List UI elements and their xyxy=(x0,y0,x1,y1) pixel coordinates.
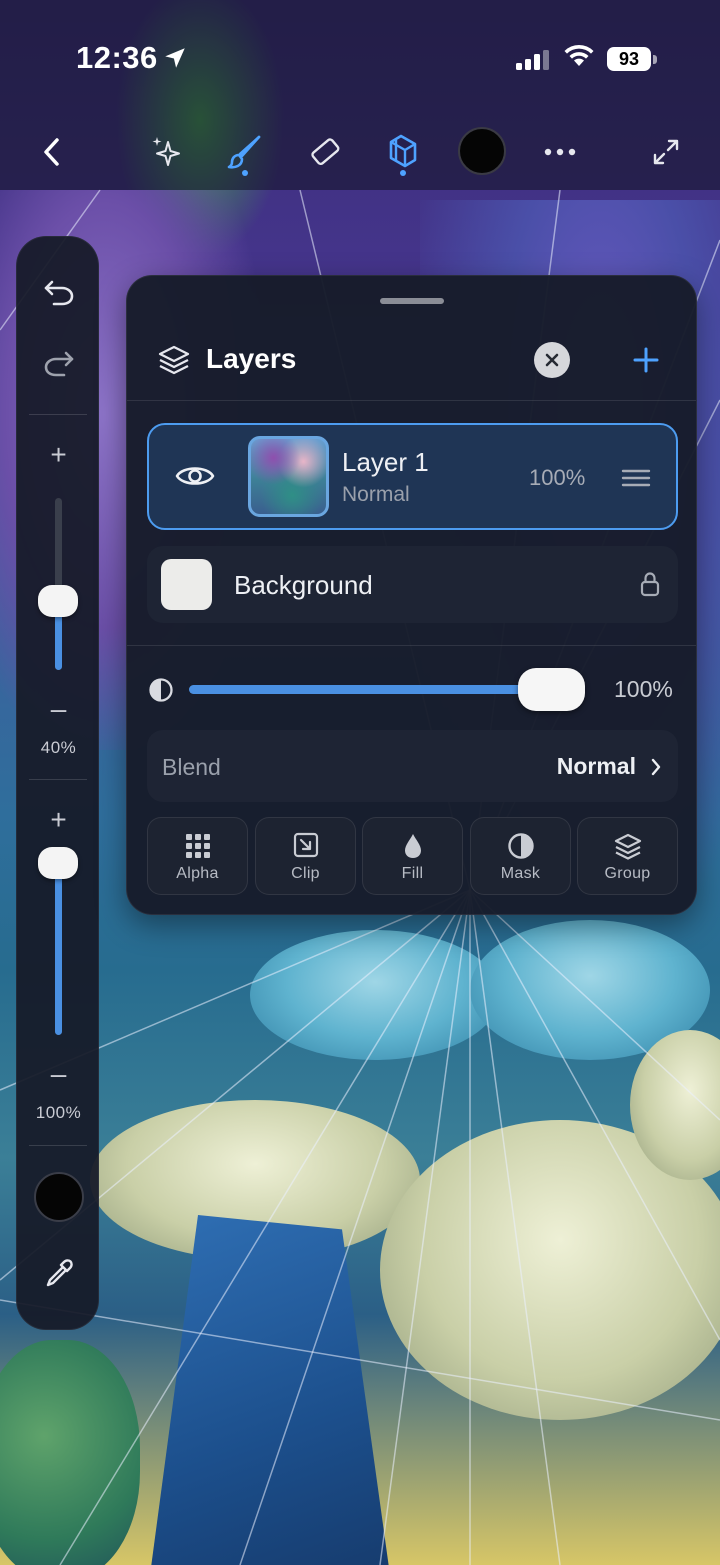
rail-divider xyxy=(29,1145,87,1146)
layer-name: Layer 1 xyxy=(342,447,429,477)
brush-size-value: 40% xyxy=(40,738,77,757)
layers-selected-dot xyxy=(400,170,406,176)
chevron-right-icon xyxy=(651,758,661,776)
brush-icon xyxy=(227,135,261,169)
drop-icon xyxy=(404,834,421,858)
layer-opacity: 100% xyxy=(529,465,586,490)
layers-stack-icon xyxy=(158,345,190,375)
redo-button[interactable] xyxy=(39,344,79,384)
clip-arrow-icon xyxy=(293,832,318,858)
half-circle-icon xyxy=(507,833,534,859)
eyedropper-button[interactable] xyxy=(39,1253,79,1293)
layers-icon xyxy=(389,134,417,168)
brush-opacity-thumb[interactable] xyxy=(38,847,78,879)
eyedropper-icon xyxy=(46,1259,73,1287)
redo-icon xyxy=(44,351,74,377)
eye-icon[interactable] xyxy=(175,463,215,489)
rail-divider xyxy=(29,414,87,415)
stack-icon xyxy=(614,833,641,860)
fullscreen-button[interactable] xyxy=(638,124,694,180)
opacity-decrease-button[interactable]: – xyxy=(17,1058,100,1090)
panel-divider xyxy=(127,400,696,401)
color-picker-button[interactable] xyxy=(458,127,506,175)
grid-dots-icon xyxy=(185,834,210,858)
panel-grabber[interactable] xyxy=(380,298,444,304)
panel-title: Layers xyxy=(206,343,297,374)
action-label: Alpha xyxy=(176,865,219,882)
eraser-icon xyxy=(311,138,340,166)
cellular-signal-icon xyxy=(516,50,549,70)
undo-button[interactable] xyxy=(39,273,79,313)
layer-opacity-value: 100% xyxy=(614,676,673,702)
blend-mode-selector[interactable]: Blend Normal xyxy=(147,730,678,802)
action-label: Clip xyxy=(291,865,320,882)
battery-indicator: 93 xyxy=(607,47,651,71)
tool-rail: + – 40% + – 100% xyxy=(16,236,99,1330)
more-button[interactable] xyxy=(532,124,588,180)
status-bar: 12:36 93 xyxy=(0,0,720,110)
brush-opacity-fill xyxy=(55,863,62,1035)
layer-row-layer-1[interactable]: Layer 1 Normal 100% xyxy=(147,423,678,530)
sparkles-icon xyxy=(152,137,180,166)
expand-icon xyxy=(653,139,679,165)
opacity-increase-button[interactable]: + xyxy=(17,804,100,836)
location-arrow-icon xyxy=(165,48,185,68)
add-layer-button[interactable] xyxy=(629,343,663,377)
battery-level: 93 xyxy=(618,48,640,69)
fill-button[interactable]: Fill xyxy=(362,817,463,895)
clip-button[interactable]: Clip xyxy=(255,817,356,895)
action-label: Fill xyxy=(401,865,424,882)
layer-row-background[interactable]: Background xyxy=(147,546,678,623)
alpha-lock-button[interactable]: Alpha xyxy=(147,817,248,895)
reorder-handle-icon[interactable] xyxy=(621,469,651,487)
undo-icon xyxy=(44,280,74,306)
more-icon xyxy=(544,148,576,156)
layer-thumbnail xyxy=(248,436,329,517)
back-button[interactable] xyxy=(24,124,80,180)
blend-value: Normal xyxy=(556,753,636,779)
ai-sparkles-button[interactable] xyxy=(138,124,194,180)
rail-divider xyxy=(29,779,87,780)
back-chevron-icon xyxy=(44,138,59,166)
lock-icon xyxy=(640,572,660,597)
brush-selected-dot xyxy=(242,170,248,176)
action-label: Mask xyxy=(500,865,541,882)
brush-size-slider[interactable] xyxy=(55,498,62,670)
panel-divider xyxy=(127,645,696,646)
blend-label: Blend xyxy=(162,754,221,780)
layer-name: Background xyxy=(234,570,373,600)
layer-blend-mode: Normal xyxy=(342,483,410,506)
wifi-icon xyxy=(564,44,594,66)
close-panel-button[interactable] xyxy=(534,342,570,378)
size-increase-button[interactable]: + xyxy=(17,439,100,471)
size-decrease-button[interactable]: – xyxy=(17,693,100,725)
opacity-half-circle-icon xyxy=(149,678,173,702)
close-icon xyxy=(545,353,559,367)
brush-opacity-slider[interactable] xyxy=(55,863,62,1035)
status-time: 12:36 xyxy=(76,40,158,75)
battery-tip xyxy=(653,55,657,64)
brush-size-thumb[interactable] xyxy=(38,585,78,618)
background-color-swatch[interactable] xyxy=(161,559,212,610)
layers-panel: Layers Layer 1 Normal 100% Background 10… xyxy=(126,275,697,915)
brush-opacity-value: 100% xyxy=(35,1103,82,1122)
current-color-swatch[interactable] xyxy=(34,1172,84,1222)
layer-opacity-thumb[interactable] xyxy=(518,668,585,711)
group-button[interactable]: Group xyxy=(577,817,678,895)
plus-icon xyxy=(633,347,659,373)
eraser-tool-button[interactable] xyxy=(297,124,353,180)
mask-button[interactable]: Mask xyxy=(470,817,571,895)
action-label: Group xyxy=(604,865,651,882)
